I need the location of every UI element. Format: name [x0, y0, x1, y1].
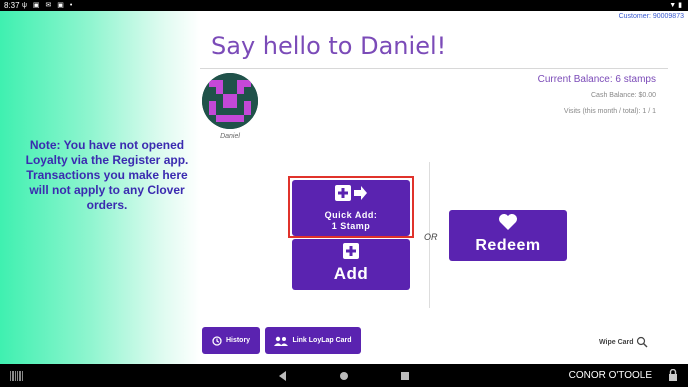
lock-icon[interactable]: [668, 369, 678, 381]
redeem-button[interactable]: Redeem: [449, 210, 567, 261]
register-note: Note: You have not opened Loyalty via th…: [25, 138, 189, 212]
avatar-pixel-face-icon: [202, 73, 258, 129]
avatar: [202, 73, 258, 129]
recents-icon[interactable]: [400, 371, 410, 381]
add-button[interactable]: Add: [292, 239, 410, 290]
divider: [200, 68, 668, 69]
history-label: History: [225, 337, 251, 344]
status-bar: 8:37 ψ ▣ ✉ ▣ • ▼ ▮: [0, 0, 688, 11]
status-time: 8:37: [4, 1, 20, 10]
home-icon[interactable]: [339, 371, 349, 381]
heart-icon: [499, 214, 517, 230]
visits-count: Visits (this month / total): 1 / 1: [563, 108, 656, 115]
plus-arrow-icon: [335, 185, 367, 201]
quick-add-line1: Quick Add:: [324, 210, 378, 220]
redeem-label: Redeem: [475, 237, 541, 254]
notification-icons: ψ ▣ ✉ ▣ •: [22, 2, 75, 9]
link-card-button[interactable]: Link LoyLap Card: [265, 327, 361, 354]
wipe-card-button[interactable]: Wipe Card: [599, 336, 648, 348]
wipe-card-label: Wipe Card: [599, 338, 634, 346]
quick-add-line2: 1 Stamp: [331, 221, 371, 231]
or-label: OR: [424, 232, 438, 242]
customer-id: Customer: 90009873: [618, 13, 684, 20]
user-name: CONOR O'TOOLE: [568, 370, 652, 381]
current-balance: Current Balance: 6 stamps: [537, 74, 656, 85]
back-icon[interactable]: [278, 371, 288, 381]
avatar-name: Daniel: [220, 133, 240, 140]
navigation-bar: CONOR O'TOOLE: [0, 364, 688, 387]
quick-add-button[interactable]: Quick Add: 1 Stamp: [292, 180, 410, 236]
plus-icon: [343, 243, 359, 259]
cash-balance: Cash Balance: $0.00: [591, 92, 656, 99]
greeting-title: Say hello to Daniel!: [211, 32, 447, 60]
barcode-icon: [10, 371, 23, 381]
link-card-label: Link LoyLap Card: [292, 337, 352, 344]
add-label: Add: [333, 264, 369, 283]
users-icon: [274, 336, 289, 346]
search-icon: [636, 336, 648, 348]
wifi-battery-icon: ▼ ▮: [669, 2, 682, 9]
history-icon: [212, 335, 222, 346]
history-button[interactable]: History: [202, 327, 260, 354]
